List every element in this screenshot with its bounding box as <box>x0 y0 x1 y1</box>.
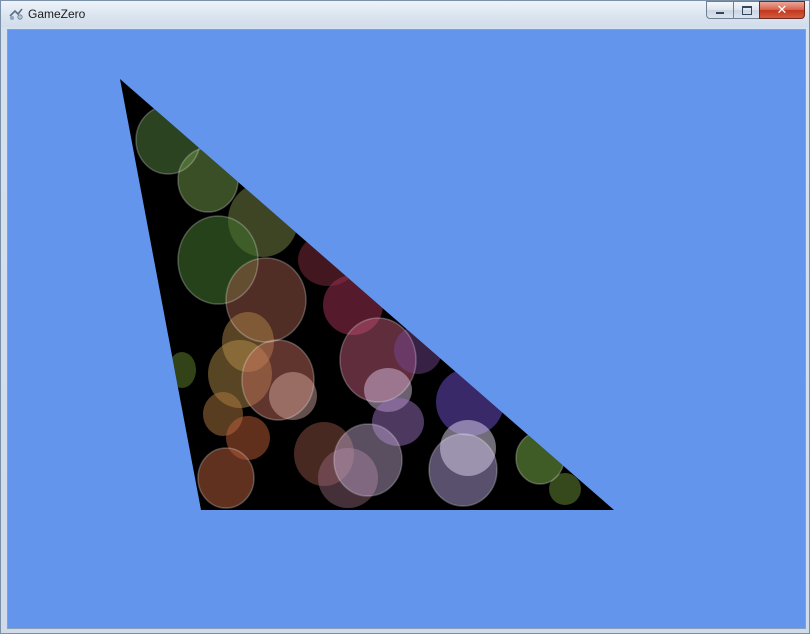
scene-svg <box>120 79 614 510</box>
window-title: GameZero <box>28 7 86 21</box>
game-canvas[interactable] <box>7 29 806 629</box>
app-window: GameZero ✕ <box>0 0 810 634</box>
minimize-button[interactable] <box>706 1 733 19</box>
minimize-icon <box>716 12 724 14</box>
gamezero-app-icon[interactable] <box>8 6 24 22</box>
title-bar[interactable]: GameZero ✕ <box>1 1 809 27</box>
caption-buttons: ✕ <box>706 1 805 20</box>
maximize-button[interactable] <box>733 1 759 19</box>
close-button[interactable]: ✕ <box>759 1 805 19</box>
close-icon: ✕ <box>776 2 788 18</box>
maximize-icon <box>741 5 752 15</box>
